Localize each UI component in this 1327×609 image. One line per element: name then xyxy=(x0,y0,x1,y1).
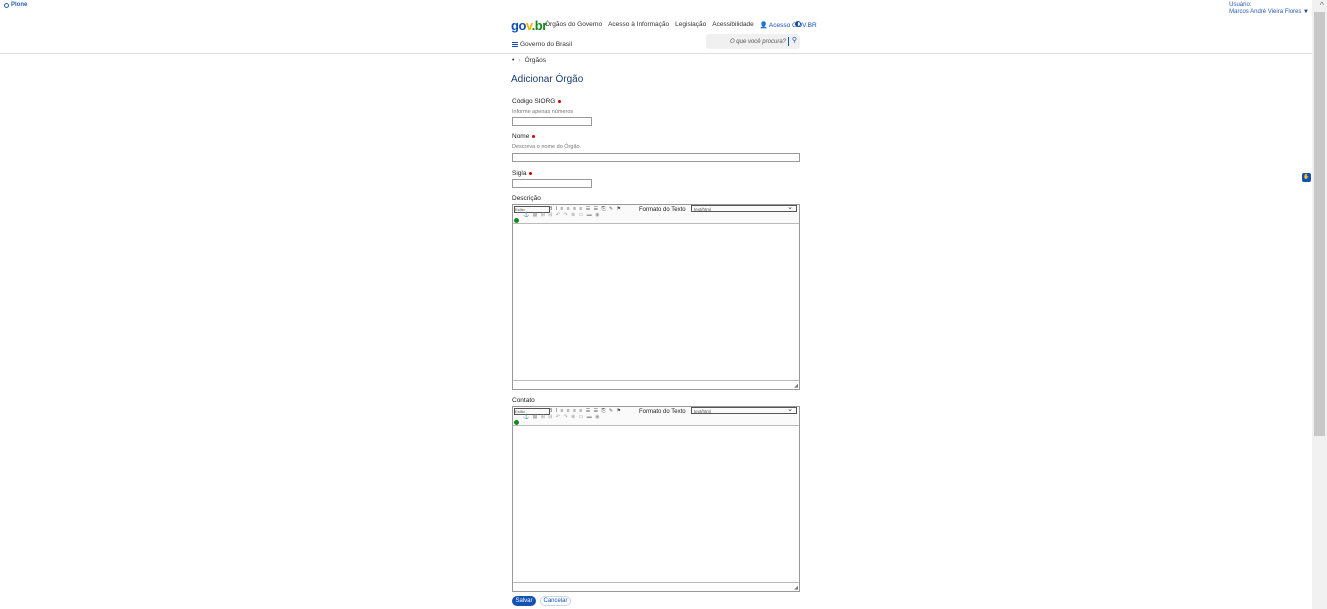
save-button[interactable]: Salvar xyxy=(512,596,536,606)
nome-input[interactable] xyxy=(512,153,800,162)
format-label: Formato do Texto xyxy=(639,409,686,415)
codigo-label-text: Código SIORG xyxy=(512,98,556,105)
plone-toolbar-link[interactable]: Plone xyxy=(4,2,27,8)
breadcrumb-home[interactable]: • xyxy=(512,57,514,64)
descricao-editor-toolbar: Estilo B I ≡ ≡ ≡ ≡ ☰ ☰ ⎘ ✎ ⚑ ⚓ ▦ ⊞ ⊟ ↶ ↷… xyxy=(513,204,799,224)
plone-logo-icon xyxy=(4,2,9,8)
user-label: Usuário: xyxy=(1229,2,1252,8)
main-menu-button[interactable]: Governo do Brasil xyxy=(512,41,572,48)
required-icon xyxy=(558,99,562,103)
format-label: Formato do Texto xyxy=(639,207,686,213)
contato-label: Contato xyxy=(512,397,535,404)
descricao-statusbar: ◢ xyxy=(513,380,799,389)
link-legislacao[interactable]: Legislação xyxy=(675,21,706,29)
page-title: Adicionar Órgão xyxy=(511,74,584,85)
vlibras-icon[interactable]: ✋ xyxy=(1302,173,1311,182)
link-orgaos[interactable]: Órgãos do Governo xyxy=(545,21,602,29)
cancel-button[interactable]: Cancelar xyxy=(540,596,571,606)
logo-part-go: go xyxy=(511,18,526,33)
breadcrumb: • › Órgãos xyxy=(512,57,546,64)
govbr-logo[interactable]: gov.br xyxy=(511,18,547,33)
user-name: Marcos André Vieira Flores xyxy=(1229,9,1302,15)
link-acesso-informacao[interactable]: Acesso à Informação xyxy=(608,21,669,29)
contato-editor-toolbar: Estilo B I ≡ ≡ ≡ ≡ ☰ ☰ ⎘ ✎ ⚑ ⚓ ▦ ⊞ ⊟ ↶ ↷… xyxy=(513,406,799,426)
search-divider xyxy=(788,37,789,46)
user-icon: 👤 xyxy=(759,22,768,29)
breadcrumb-item-orgaos[interactable]: Órgãos xyxy=(525,57,546,64)
plone-label: Plone xyxy=(11,2,28,8)
govbr-login-label: Acesso GOV.BR xyxy=(768,21,817,29)
search-input[interactable]: O que você procura? ⚲ xyxy=(706,34,800,49)
format-value: text/html xyxy=(694,207,712,212)
codigo-label: Código SIORG xyxy=(512,98,562,105)
resize-handle-icon[interactable]: ◢ xyxy=(794,383,798,389)
user-menu[interactable]: Usuário: Marcos André Vieira Flores ▼ xyxy=(1229,2,1309,16)
contrast-icon[interactable] xyxy=(795,21,801,27)
contato-statusbar: ◢ xyxy=(513,582,799,591)
codigo-siorg-input[interactable] xyxy=(512,117,592,126)
breadcrumb-separator-icon: › xyxy=(518,57,521,64)
add-plugin-icon[interactable] xyxy=(514,218,519,223)
chevron-down-icon: ⌄ xyxy=(787,204,793,211)
chevron-down-icon: ⌄ xyxy=(787,406,793,413)
sigla-input[interactable] xyxy=(512,179,592,188)
descricao-editor[interactable]: Estilo B I ≡ ≡ ≡ ≡ ☰ ☰ ⎘ ✎ ⚑ ⚓ ▦ ⊞ ⊟ ↶ ↷… xyxy=(512,204,800,390)
sigla-label: Sigla xyxy=(512,170,533,177)
required-icon xyxy=(529,171,533,175)
govbr-login-button[interactable]: 👤 Acesso GOV.BR xyxy=(759,21,817,30)
nome-label: Nome xyxy=(512,133,536,140)
resize-handle-icon[interactable]: ◢ xyxy=(794,585,798,591)
format-select[interactable]: text/html ⌄ xyxy=(691,204,797,212)
sigla-label-text: Sigla xyxy=(512,170,527,177)
descricao-text-area[interactable] xyxy=(513,224,799,380)
hamburger-icon xyxy=(512,41,518,48)
header-links: Órgãos do Governo Acesso à Informação Le… xyxy=(545,21,817,29)
scrollbar-thumb[interactable] xyxy=(1314,12,1325,436)
link-acessibilidade[interactable]: Acessibilidade xyxy=(712,21,754,29)
scroll-up-icon[interactable]: ^ xyxy=(1320,0,1324,10)
descricao-label: Descrição xyxy=(512,195,541,202)
nome-label-text: Nome xyxy=(512,133,530,140)
contato-editor[interactable]: Estilo B I ≡ ≡ ≡ ≡ ☰ ☰ ⎘ ✎ ⚑ ⚓ ▦ ⊞ ⊟ ↶ ↷… xyxy=(512,406,800,592)
insert-icons[interactable]: ⚓ ▦ ⊞ ⊟ ↶ ↷ ⊕ ▭ ▬ ◉ xyxy=(523,212,601,218)
contato-text-area[interactable] xyxy=(513,426,799,582)
search-icon[interactable]: ⚲ xyxy=(792,36,797,44)
format-value: text/html xyxy=(694,409,712,414)
caret-down-icon: ▼ xyxy=(1303,9,1309,15)
nome-help: Descreva o nome do Órgão. xyxy=(512,144,582,150)
add-plugin-icon[interactable] xyxy=(514,420,519,425)
menu-label: Governo do Brasil xyxy=(520,41,573,48)
codigo-help: Informe apenas números xyxy=(512,109,574,115)
format-select[interactable]: text/html ⌄ xyxy=(691,406,797,414)
header-divider xyxy=(0,53,1312,54)
required-icon xyxy=(532,134,536,138)
insert-icons[interactable]: ⚓ ▦ ⊞ ⊟ ↶ ↷ ⊕ ▭ ▬ ◉ xyxy=(523,414,601,420)
search-placeholder: O que você procura? xyxy=(729,39,786,45)
